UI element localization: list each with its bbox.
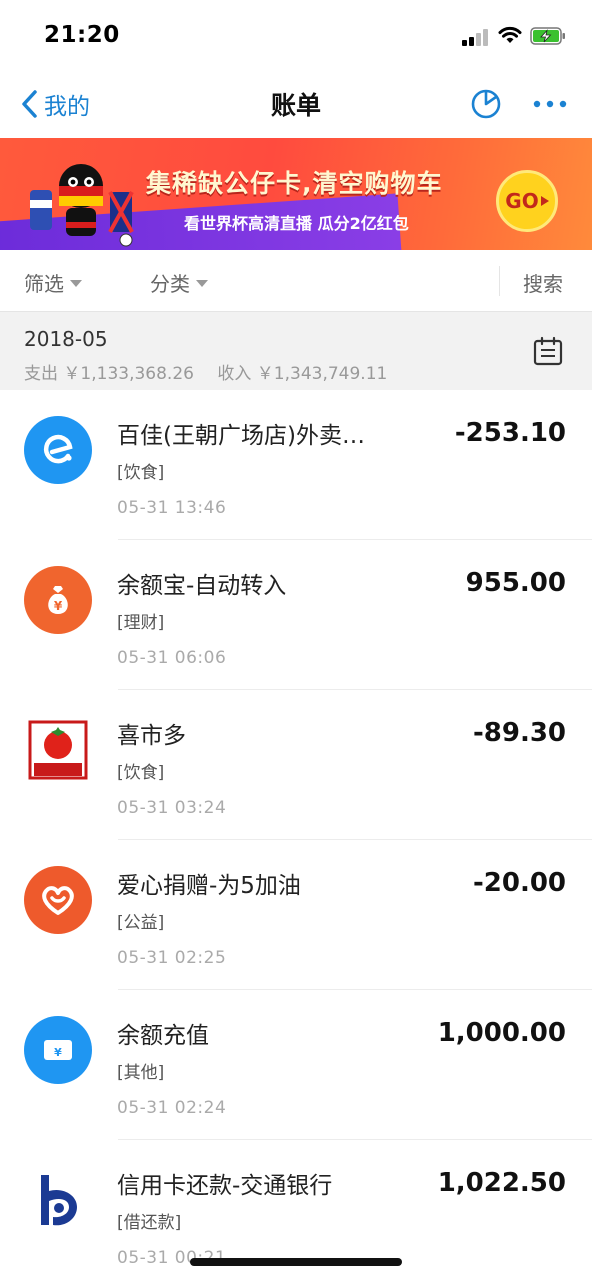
transaction-row[interactable]: ¥ 余额宝-自动转入 [理财] 05-31 06:06 955.00 xyxy=(0,540,592,690)
nav-bar: 我的 账单 xyxy=(0,72,592,138)
transaction-amount: 1,022.50 xyxy=(437,1168,566,1198)
banner-go-button[interactable]: GO xyxy=(496,170,558,232)
transaction-name: 余额宝-自动转入 xyxy=(117,573,287,599)
filter-label: 筛选 xyxy=(24,272,64,296)
page-title: 账单 xyxy=(270,91,321,120)
filter-dropdown[interactable]: 筛选 xyxy=(24,268,82,297)
category-dropdown[interactable]: 分类 xyxy=(150,268,208,297)
transaction-category: [理财] xyxy=(117,613,165,633)
month-expense: 支出 ￥1,133,368.26 xyxy=(24,364,194,384)
transaction-name: 余额充值 xyxy=(117,1023,209,1049)
transaction-amount: -89.30 xyxy=(472,718,566,748)
go-label: GO xyxy=(505,189,539,213)
transaction-amount: -253.10 xyxy=(454,418,566,448)
search-button[interactable]: 搜索 xyxy=(523,268,563,297)
promo-banner[interactable]: 集稀缺公仔卡,清空购物车 看世界杯高清直播 瓜分2亿红包 GO xyxy=(0,138,592,250)
calendar-icon[interactable] xyxy=(532,336,564,366)
transaction-time: 05-31 03:24 xyxy=(117,798,227,818)
money-bag-icon: ¥ xyxy=(24,566,92,634)
month-label: 2018-05 xyxy=(24,327,108,351)
transaction-name: 爱心捐赠-为5加油 xyxy=(117,873,301,899)
transaction-time: 05-31 13:46 xyxy=(117,498,227,518)
card-icon: ¥ xyxy=(24,1016,92,1084)
transaction-category: [饮食] xyxy=(117,463,165,483)
transaction-category: [饮食] xyxy=(117,763,165,783)
eleme-icon xyxy=(24,416,92,484)
svg-text:¥: ¥ xyxy=(54,599,63,613)
transaction-row[interactable]: ¥ 余额充值 [其他] 05-31 02:24 1,000.00 xyxy=(0,990,592,1140)
transaction-amount: 955.00 xyxy=(465,568,566,598)
svg-text:¥: ¥ xyxy=(54,1046,62,1059)
transaction-row[interactable]: 爱心捐赠-为5加油 [公益] 05-31 02:25 -20.00 xyxy=(0,840,592,990)
mascot-illustration-icon xyxy=(30,164,134,247)
more-icon[interactable] xyxy=(532,94,568,114)
caret-down-icon xyxy=(70,280,82,287)
transaction-list: 百佳(王朝广场店)外卖… [饮食] 05-31 13:46 -253.10 ¥ … xyxy=(0,390,592,1280)
transaction-amount: 1,000.00 xyxy=(437,1018,566,1048)
cellular-signal-icon xyxy=(462,28,490,46)
transaction-name: 喜市多 xyxy=(117,723,186,749)
transaction-row[interactable]: 百佳(王朝广场店)外卖… [饮食] 05-31 13:46 -253.10 xyxy=(0,390,592,540)
filter-bar: 筛选 分类 搜索 xyxy=(0,250,592,312)
home-indicator[interactable] xyxy=(190,1258,402,1266)
heart-icon xyxy=(24,866,92,934)
category-label: 分类 xyxy=(150,272,190,296)
transaction-time: 05-31 06:06 xyxy=(117,648,227,668)
transaction-category: [其他] xyxy=(117,1063,165,1083)
transaction-name: 百佳(王朝广场店)外卖… xyxy=(117,423,365,449)
caret-down-icon xyxy=(196,280,208,287)
transaction-row[interactable]: 喜市多 [饮食] 05-31 03:24 -89.30 xyxy=(0,690,592,840)
pie-chart-icon[interactable] xyxy=(470,88,502,120)
battery-charging-icon xyxy=(530,27,565,45)
banner-subtitle: 看世界杯高清直播 瓜分2亿红包 xyxy=(184,214,409,233)
month-summary: 支出 ￥1,133,368.26 收入 ￥1,343,749.11 xyxy=(24,359,405,384)
transaction-category: [公益] xyxy=(117,913,165,933)
transaction-time: 05-31 02:24 xyxy=(117,1098,227,1118)
status-bar: 21:20 xyxy=(0,0,592,72)
bocom-logo-icon xyxy=(24,1166,92,1234)
transaction-amount: -20.00 xyxy=(472,868,566,898)
status-time: 21:20 xyxy=(44,22,120,48)
month-income: 收入 ￥1,343,749.11 xyxy=(217,364,388,384)
divider xyxy=(499,266,500,296)
transaction-name: 信用卡还款-交通银行 xyxy=(117,1173,333,1199)
play-arrow-icon xyxy=(540,196,549,206)
tomato-logo-icon xyxy=(24,716,92,784)
transaction-time: 05-31 02:25 xyxy=(117,948,227,968)
month-header: 2018-05 支出 ￥1,133,368.26 收入 ￥1,343,749.1… xyxy=(0,312,592,390)
banner-title: 集稀缺公仔卡,清空购物车 xyxy=(146,169,443,198)
transaction-category: [借还款] xyxy=(117,1213,182,1233)
wifi-icon xyxy=(498,26,522,43)
